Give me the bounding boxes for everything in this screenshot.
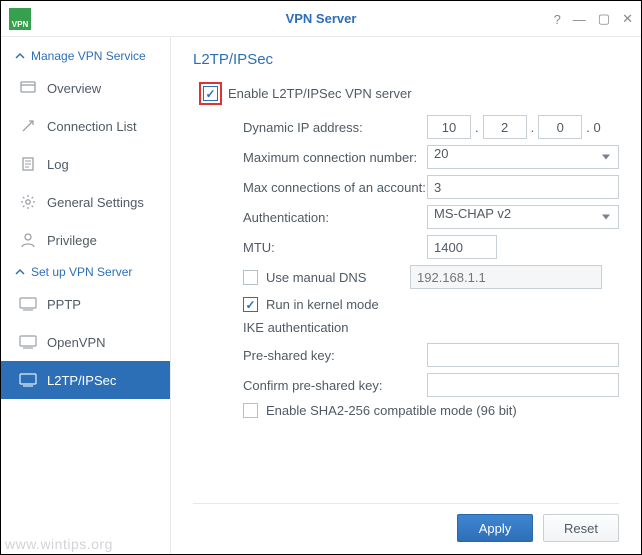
enable-checkbox-highlight <box>199 82 222 105</box>
overview-icon <box>19 79 37 97</box>
dynamic-ip-group: . . . 0 <box>427 115 601 139</box>
max-acc-input[interactable] <box>427 175 619 199</box>
chevron-up-icon <box>15 51 25 61</box>
gear-icon <box>19 193 37 211</box>
section-label: Manage VPN Service <box>31 49 146 63</box>
mtu-label: MTU: <box>243 240 427 255</box>
kernel-mode-checkbox[interactable] <box>243 297 258 312</box>
sidebar-item-label: L2TP/IPSec <box>47 373 116 388</box>
sidebar-item-label: OpenVPN <box>47 335 106 350</box>
sidebar-item-label: Connection List <box>47 119 137 134</box>
sidebar-section-setup[interactable]: Set up VPN Server <box>1 259 170 285</box>
window-controls: ? — ▢ ✕ <box>554 1 633 37</box>
reset-button[interactable]: Reset <box>543 514 619 542</box>
sidebar-item-pptp[interactable]: PPTP <box>1 285 170 323</box>
l2tp-icon <box>19 371 37 389</box>
content-pane: L2TP/IPSec Enable L2TP/IPSec VPN server … <box>171 37 641 554</box>
sidebar-item-l2tp[interactable]: L2TP/IPSec <box>1 361 170 399</box>
sidebar-item-privilege[interactable]: Privilege <box>1 221 170 259</box>
sidebar-item-connection-list[interactable]: Connection List <box>1 107 170 145</box>
ike-header: IKE authentication <box>243 320 619 335</box>
window-title: VPN Server <box>1 11 641 26</box>
sidebar-item-general-settings[interactable]: General Settings <box>1 183 170 221</box>
titlebar: VPN VPN Server ? — ▢ ✕ <box>1 1 641 37</box>
openvpn-icon <box>19 333 37 351</box>
log-icon <box>19 155 37 173</box>
sidebar-item-label: Log <box>47 157 69 172</box>
minimize-icon[interactable]: — <box>573 12 586 27</box>
manual-dns-label: Use manual DNS <box>266 270 402 285</box>
footer-bar: Apply Reset <box>193 503 619 554</box>
max-acc-label: Max connections of an account: <box>243 180 427 195</box>
auth-label: Authentication: <box>243 210 427 225</box>
page-title: L2TP/IPSec <box>193 51 619 68</box>
pptp-icon <box>19 295 37 313</box>
sidebar-item-log[interactable]: Log <box>1 145 170 183</box>
dot: . <box>475 120 479 135</box>
sidebar-section-manage[interactable]: Manage VPN Service <box>1 43 170 69</box>
sidebar-item-overview[interactable]: Overview <box>1 69 170 107</box>
sidebar-item-label: General Settings <box>47 195 144 210</box>
sidebar-item-label: Privilege <box>47 233 97 248</box>
psk-input[interactable] <box>427 343 619 367</box>
manual-dns-checkbox[interactable] <box>243 270 258 285</box>
auth-select[interactable]: MS-CHAP v2 <box>427 205 619 229</box>
maximize-icon[interactable]: ▢ <box>598 11 610 27</box>
sidebar-item-label: Overview <box>47 81 101 96</box>
close-icon[interactable]: ✕ <box>622 11 633 27</box>
kernel-mode-label: Run in kernel mode <box>266 297 379 312</box>
psk2-label: Confirm pre-shared key: <box>243 378 427 393</box>
watermark: www.wintips.org <box>5 536 113 552</box>
sidebar: Manage VPN Service Overview Connection L… <box>1 37 171 554</box>
sha2-checkbox[interactable] <box>243 403 258 418</box>
ip-octet-2[interactable] <box>483 115 527 139</box>
section-label: Set up VPN Server <box>31 265 132 279</box>
max-conn-select[interactable]: 20 <box>427 145 619 169</box>
mtu-input[interactable] <box>427 235 497 259</box>
enable-label: Enable L2TP/IPSec VPN server <box>228 86 412 101</box>
sidebar-item-openvpn[interactable]: OpenVPN <box>1 323 170 361</box>
enable-checkbox[interactable] <box>203 86 218 101</box>
sha2-label: Enable SHA2-256 compatible mode (96 bit) <box>266 403 517 418</box>
max-conn-label: Maximum connection number: <box>243 150 427 165</box>
dot: . <box>531 120 535 135</box>
apply-button[interactable]: Apply <box>457 514 533 542</box>
sidebar-item-label: PPTP <box>47 297 81 312</box>
enable-row: Enable L2TP/IPSec VPN server <box>199 82 619 105</box>
chevron-up-icon <box>15 267 25 277</box>
manual-dns-input <box>410 265 602 289</box>
psk2-input[interactable] <box>427 373 619 397</box>
dynamic-ip-label: Dynamic IP address: <box>243 120 427 135</box>
connection-icon <box>19 117 37 135</box>
user-icon <box>19 231 37 249</box>
help-icon[interactable]: ? <box>554 12 561 27</box>
ip-octet-1[interactable] <box>427 115 471 139</box>
ip-suffix: . 0 <box>586 120 600 135</box>
psk-label: Pre-shared key: <box>243 348 427 363</box>
ip-octet-3[interactable] <box>538 115 582 139</box>
